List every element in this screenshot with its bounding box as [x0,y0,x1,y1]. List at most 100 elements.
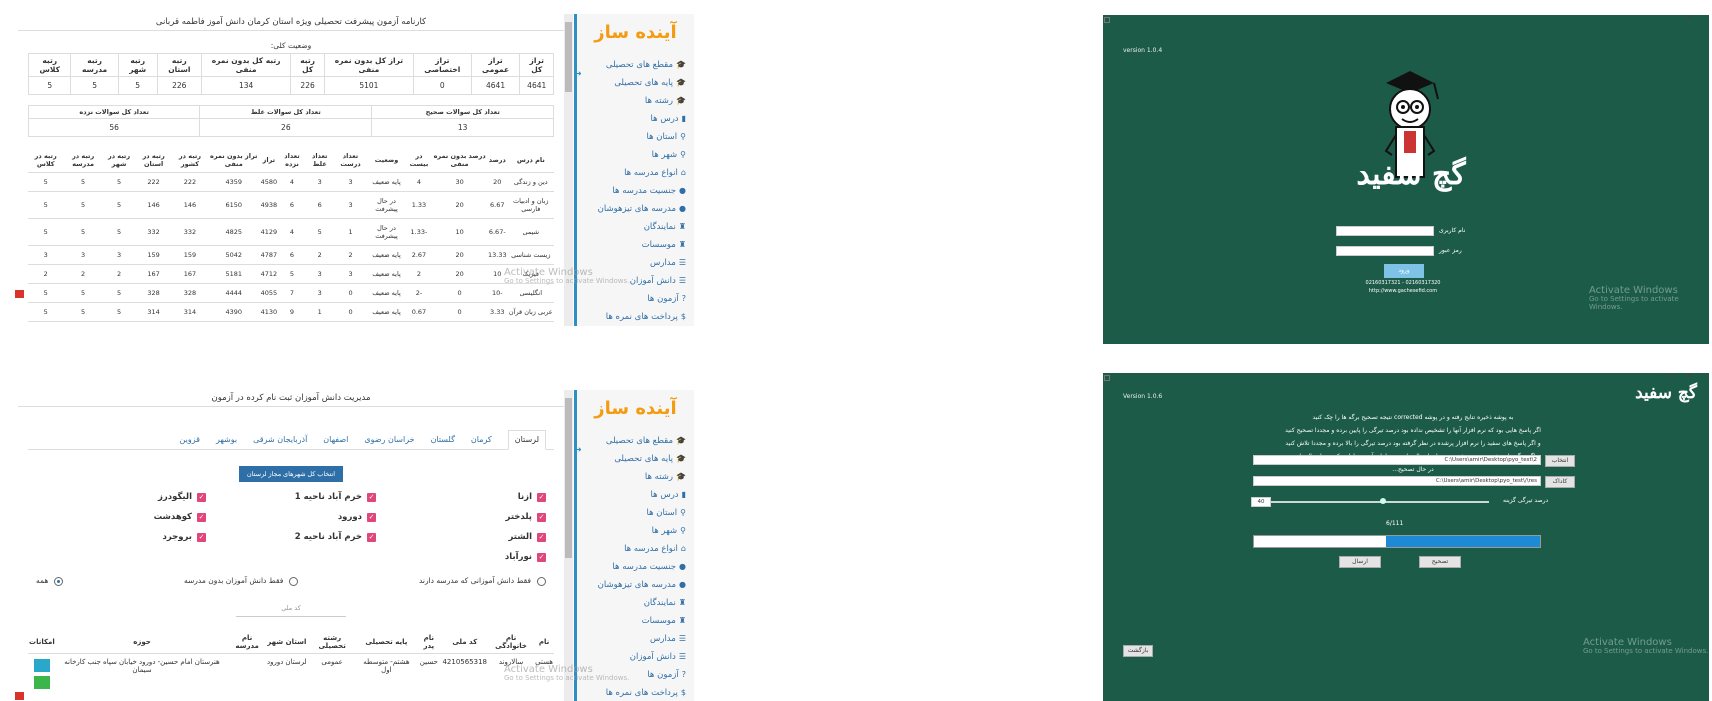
sidebar-item[interactable]: دانش آموزان ☰ [577,647,694,665]
column-header: وضعیت [367,149,406,173]
city-checkbox[interactable]: ✓ دورود [206,512,376,522]
city-checkbox[interactable]: ✓ پلدختر [376,512,546,522]
collapse-arrow-icon[interactable]: ➜ [575,69,582,78]
province-tab[interactable]: قزوین [180,435,200,444]
checkbox-checked-icon[interactable]: ✓ [367,512,376,522]
column-header: استان [284,630,308,654]
result-path-input[interactable]: C:\Users\amir\Desktop\pyo_test\/\res [1253,476,1541,486]
edit-icon[interactable] [33,658,50,672]
sidebar-item[interactable]: مدارس ☰ [577,629,694,647]
table-row: هستی سالاروند 4210565318 حسین هشتم- متوسطه ا… [28,653,554,696]
city-checkbox[interactable]: ✓ الشتر [376,532,546,542]
province-tab[interactable]: بوشهر [216,435,237,444]
red-app-icon [15,290,24,298]
checkbox-checked-icon[interactable]: ✓ [197,512,206,522]
students-table: نام نام خانوادگی کد ملی نام پدر پایه تحصیلی ر… [28,630,554,696]
darkness-value[interactable]: 40 [1251,497,1271,507]
source-path-input[interactable]: C:\Users\amir\Desktop\pyo_test\2 [1253,455,1541,465]
city-checkbox[interactable]: ✓ خرم آباد ناحیه 1 [206,492,376,502]
sidebar-item[interactable]: پایه های تحصیلی 🎓 [577,449,694,467]
national-code-input[interactable]: کد ملی [236,600,346,617]
radio-option[interactable]: فقط دانش آموزانی که مدرسه دارند [419,576,546,586]
province-tab[interactable]: کرمان [471,435,492,444]
scrollbar[interactable] [564,390,573,701]
darkness-slider[interactable] [1271,498,1489,504]
sidebar-item[interactable]: نمایندگان ♜ [577,593,694,611]
sidebar-item[interactable]: درس ها ▮ [577,109,694,127]
back-button[interactable]: بازگشت [1123,645,1153,657]
checkbox-checked-icon[interactable]: ✓ [367,492,376,502]
radio-icon[interactable] [537,576,546,586]
lock-icon[interactable] [33,675,50,689]
checkbox-checked-icon[interactable]: ✓ [197,492,206,502]
username-input[interactable] [1336,226,1434,236]
sidebar-item[interactable]: جنسیت مدرسه ها ● [577,557,694,575]
city-checkbox[interactable]: ✓ ازنا [376,492,546,502]
province-tab[interactable]: اصفهان [323,435,348,444]
city-checkbox[interactable]: ✓ بروجرد [36,532,206,542]
sidebar-item[interactable]: مقطع های تحصیلی 🎓 [577,431,694,449]
radio-icon[interactable] [54,576,64,586]
city-checkbox[interactable]: ✓ الیگودرز [36,492,206,502]
website-link[interactable]: http://www.gachesefid.com [1353,288,1453,294]
checkbox-checked-icon[interactable]: ✓ [537,532,546,542]
folder-button[interactable]: کاداک [1545,476,1575,488]
slider-knob[interactable] [1380,498,1386,504]
sidebar-item[interactable]: انواع مدرسه ها ⌂ [577,163,694,181]
city-checkbox[interactable]: ✓ خرم آباد ناحیه 2 [206,532,376,542]
table-cell: 30 [432,172,487,192]
radio-option[interactable]: همه [36,576,64,586]
sidebar-item[interactable]: پرداخت های نمره ها $ [577,307,694,325]
report-window: کارنامه آزمون پیشرفت تحصیلی ویژه استان ک… [12,14,694,326]
subjects-table: نام درس درصد درصد بدون نمره منفی در بیست وضع… [28,149,554,322]
sidebar-item[interactable]: پرداخت های نمره ها $ [577,683,694,701]
radio-icon[interactable] [289,576,299,586]
sidebar-item[interactable]: رشته ها 🎓 [577,91,694,109]
sidebar-item[interactable]: جنسیت مدرسه ها ● [577,181,694,199]
checkbox-checked-icon[interactable]: ✓ [537,512,546,522]
choose-button[interactable]: انتخاب [1545,455,1575,467]
sidebar-item[interactable]: مقطع های تحصیلی 🎓 [577,55,694,73]
collapse-arrow-icon[interactable]: ➜ [575,445,582,454]
sidebar-item[interactable]: درس ها ▮ [577,485,694,503]
checkbox-checked-icon[interactable]: ✓ [537,492,546,502]
city-checkbox[interactable]: ✓ کوهدشت [36,512,206,522]
checkbox-checked-icon[interactable]: ✓ [537,552,546,562]
sidebar-item[interactable]: نمایندگان ♜ [577,217,694,235]
window-controls[interactable]: –▫✕ [1655,373,1703,381]
sidebar-item[interactable]: پایه های تحصیلی 🎓 [577,73,694,91]
sidebar-item[interactable]: موسسات ♜ [577,611,694,629]
sidebar-item[interactable]: آزمون ها? [577,289,694,307]
sidebar-item-label: پایه های تحصیلی [614,78,674,88]
sidebar-item[interactable]: استان ها ⚲ [577,127,694,145]
sidebar-item[interactable]: شهر ها ⚲ [577,521,694,539]
correct-button[interactable]: تصحیح [1419,556,1461,568]
select-all-cities-button[interactable]: انتخاب کل شهرهای مجاز لرستان [239,466,343,482]
province-tab[interactable]: لرستان [507,430,546,450]
sidebar-item[interactable]: مدرسه های تیزهوشان ● [577,575,694,593]
column-header: رتبه در شهر [102,149,136,173]
table-cell: 3 [305,264,334,284]
province-tab[interactable]: گلستان [431,435,455,444]
checkbox-checked-icon[interactable]: ✓ [367,532,376,542]
sidebar-item[interactable]: مدرسه های تیزهوشان ● [577,199,694,217]
sidebar-item[interactable]: رشته ها 🎓 [577,467,694,485]
sidebar-item[interactable]: شهر ها ⚲ [577,145,694,163]
radio-option[interactable]: فقط دانش آموزان بدون مدرسه [183,576,299,586]
table-cell: 5 [27,76,72,95]
city-label: ازنا [517,492,532,502]
province-tab[interactable]: خراسان رضوی [364,435,414,444]
table-cell: هنرستان امام حسین- دورود خیابان سپاه جنب… [64,657,220,674]
sidebar-item[interactable]: استان ها ⚲ [577,503,694,521]
city-checkbox[interactable]: ✓ نورآباد [376,552,546,562]
password-input[interactable] [1336,246,1434,256]
login-button[interactable]: ورود [1384,264,1424,278]
version-label: version 1.0.4 [1123,47,1163,54]
send-button[interactable]: ارسال [1339,556,1381,568]
sidebar-item[interactable]: انواع مدرسه ها ⌂ [577,539,694,557]
window-controls[interactable]: –✕ [1671,15,1703,23]
sidebar-item[interactable]: موسسات ♜ [577,235,694,253]
radio-label: فقط دانش آموزان بدون مدرسه [183,576,284,585]
checkbox-checked-icon[interactable]: ✓ [197,532,206,542]
province-tab[interactable]: آذربایجان شرقی [253,435,307,444]
